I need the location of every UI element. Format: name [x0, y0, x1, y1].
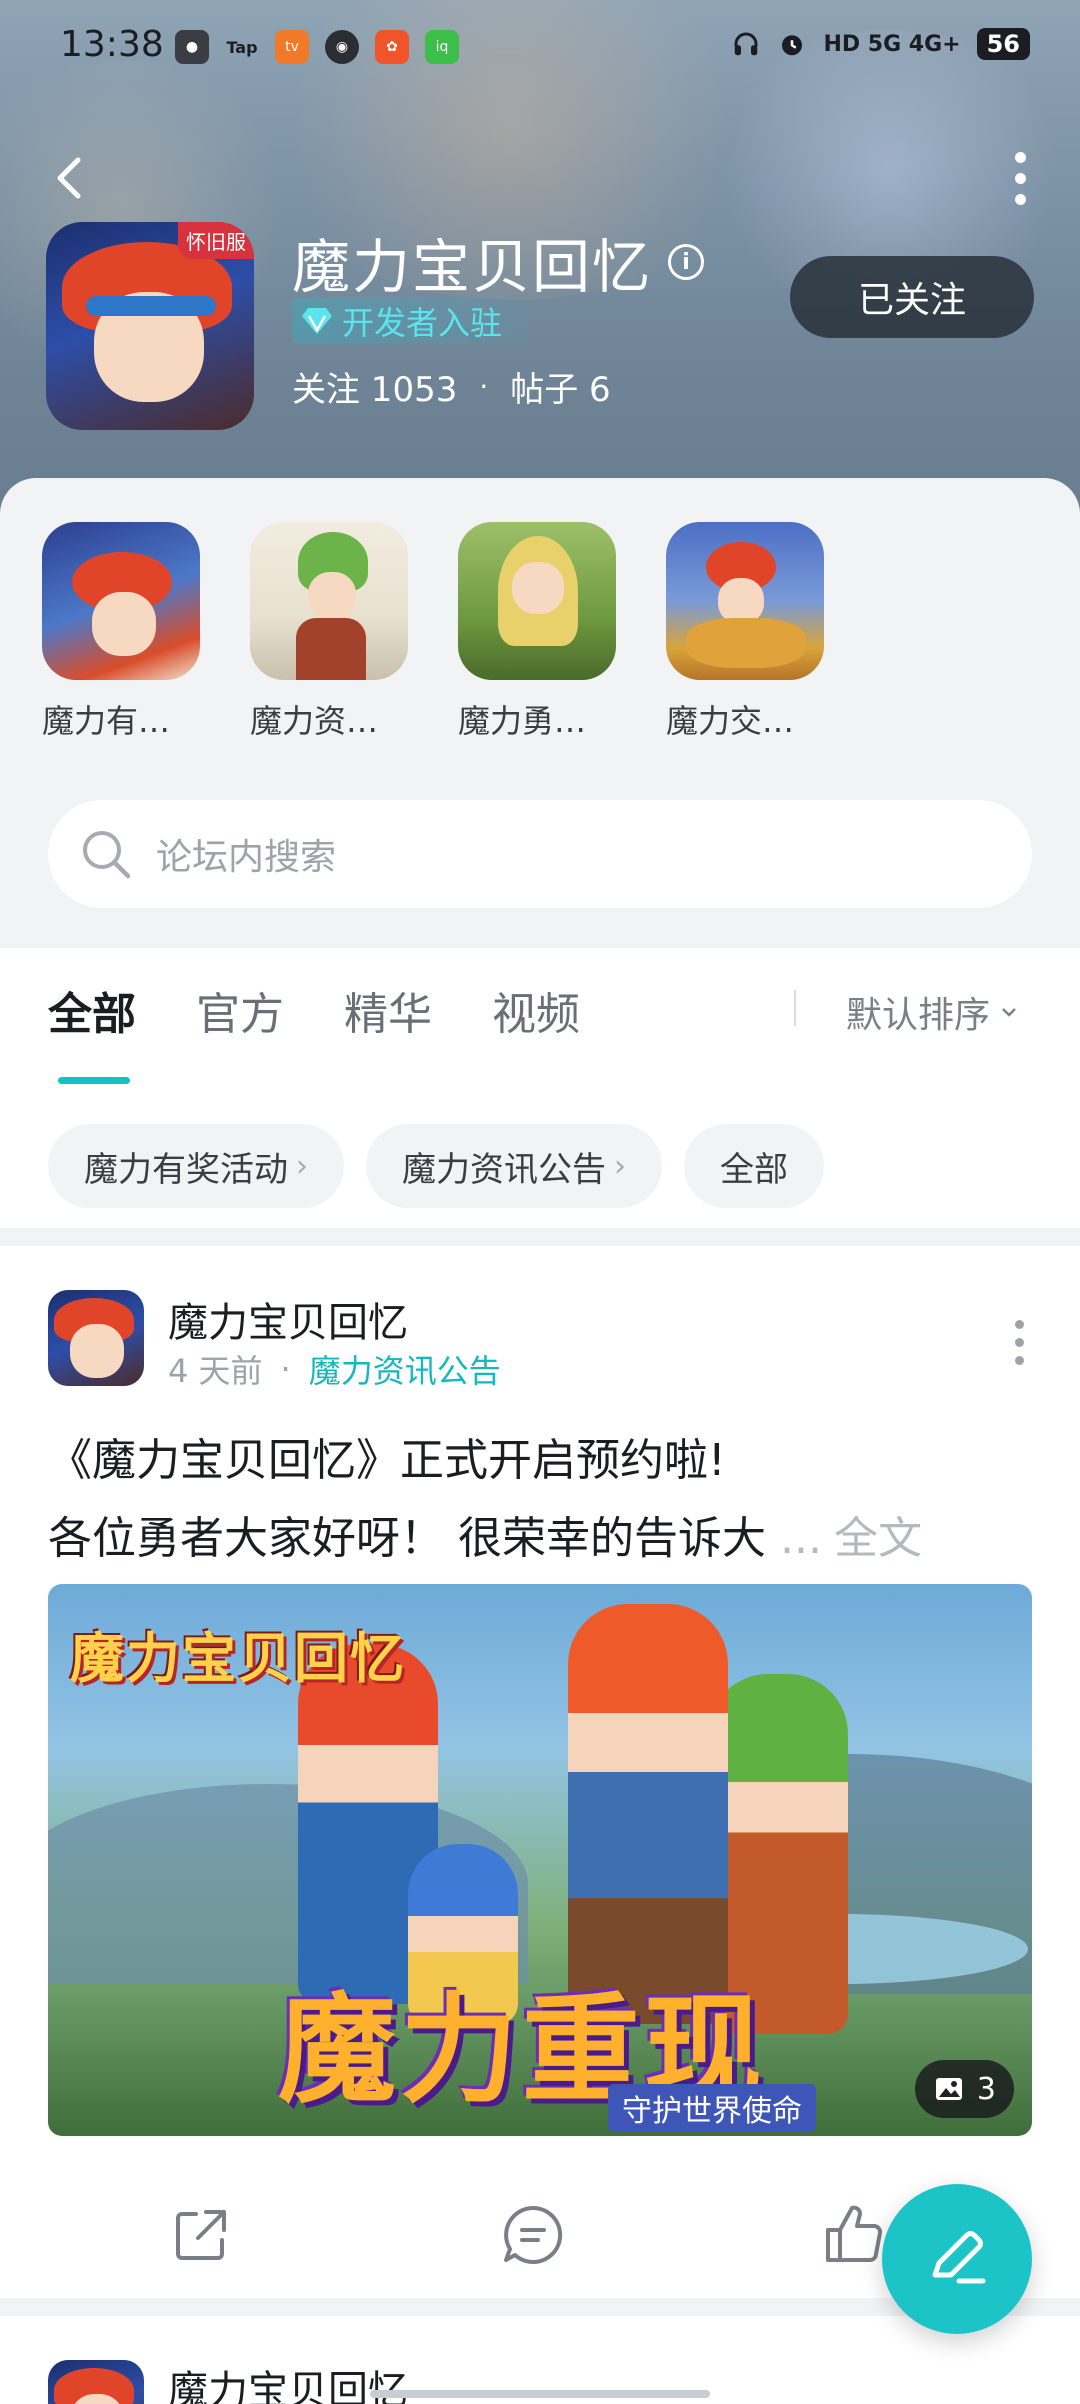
- red-app-icon: ✿: [375, 30, 409, 64]
- post-more-icon[interactable]: [1015, 1320, 1024, 1365]
- post-category[interactable]: 魔力资讯公告: [309, 1346, 501, 1392]
- pen-icon: [932, 2231, 986, 2284]
- share-icon[interactable]: [166, 2200, 236, 2270]
- chevron-right-icon: ›: [614, 1148, 626, 1184]
- compass-icon: ◉: [325, 30, 359, 64]
- chip-label: 全部: [720, 1149, 788, 1190]
- developer-badge-label: 开发者入驻: [342, 304, 503, 342]
- search-icon: [83, 831, 131, 879]
- wechat-icon: ●: [175, 30, 209, 64]
- forum-title-row: 魔力宝贝回忆 i: [292, 220, 705, 304]
- more-menu-icon[interactable]: [1000, 148, 1040, 208]
- image-count-badge: 3: [914, 2060, 1014, 2118]
- status-bar: 13:38 ● Tap tv ◉ ✿ iq HD 5G 4G+ 56: [0, 0, 1080, 96]
- post-time: 4 天前: [168, 1352, 263, 1390]
- status-indicators: HD 5G 4G+ 56: [731, 28, 1030, 60]
- sort-dropdown[interactable]: 默认排序: [846, 986, 1020, 1038]
- forum-title: 魔力宝贝回忆: [292, 233, 653, 301]
- post-count: 帖子 6: [510, 370, 611, 410]
- diamond-icon: [302, 308, 332, 334]
- chip-label: 魔力资讯公告: [402, 1149, 606, 1190]
- filter-area: 全部 官方 精华 视频 默认排序 魔力有奖活动 › 魔力资讯公告 › 全部: [0, 948, 1080, 1228]
- related-forum-icon: [42, 522, 200, 680]
- tab-official[interactable]: 官方: [196, 978, 284, 1042]
- post-author[interactable]: 魔力宝贝回忆: [168, 1290, 408, 1348]
- image-icon: [935, 2078, 962, 2100]
- tab-all[interactable]: 全部: [48, 978, 136, 1084]
- network-indicators: HD 5G 4G+: [823, 31, 961, 57]
- chip-label: 魔力有奖活动: [84, 1149, 288, 1190]
- category-chips: 魔力有奖活动 › 魔力资讯公告 › 全部: [48, 1124, 824, 1208]
- forum-page: 13:38 ● Tap tv ◉ ✿ iq HD 5G 4G+ 56 怀旧服 魔…: [0, 0, 1080, 2404]
- tab-divider: [794, 990, 796, 1026]
- image-count: 3: [976, 2071, 996, 2107]
- developer-badge[interactable]: 开发者入驻: [292, 298, 529, 344]
- info-icon[interactable]: i: [668, 244, 705, 280]
- home-indicator[interactable]: [370, 2390, 710, 2398]
- full-text-link[interactable]: 全文: [834, 1513, 922, 1564]
- chevron-right-icon: ›: [296, 1148, 308, 1184]
- tab-featured[interactable]: 精华: [344, 978, 432, 1042]
- post-excerpt[interactable]: 各位勇者大家好呀！ 很荣幸的告诉大... 全文: [48, 1502, 922, 1566]
- compose-post-button[interactable]: [882, 2184, 1032, 2334]
- post-image[interactable]: 魔力宝贝回忆 魔力重现 守护世界使命 3: [48, 1584, 1032, 2136]
- related-forum-item[interactable]: 魔力勇…: [458, 522, 616, 742]
- related-forums: 魔力有… 魔力资… 魔力勇… 魔力交…: [42, 522, 824, 742]
- related-forum-item[interactable]: 魔力资…: [250, 522, 408, 742]
- battery-level: 56: [976, 28, 1030, 60]
- chevron-down-icon: [1002, 1008, 1016, 1017]
- excerpt-text: 各位勇者大家好呀！ 很荣幸的告诉大: [48, 1513, 766, 1564]
- tab-video[interactable]: 视频: [492, 978, 580, 1042]
- related-forum-label: 魔力资…: [250, 702, 379, 740]
- game-icon-badge: 怀旧服: [178, 222, 254, 259]
- forum-header: 13:38 ● Tap tv ◉ ✿ iq HD 5G 4G+ 56 怀旧服 魔…: [0, 0, 1080, 520]
- tap-icon: Tap: [226, 37, 258, 57]
- like-icon[interactable]: [818, 2200, 888, 2270]
- back-arrow-icon[interactable]: [40, 148, 100, 208]
- related-forum-icon: [250, 522, 408, 680]
- status-time: 13:38: [60, 24, 164, 65]
- stats-separator: ·: [479, 370, 489, 403]
- post-meta: 4 天前 · 魔力资讯公告: [168, 1346, 501, 1392]
- status-app-icons: ● Tap tv ◉ ✿ iq: [175, 30, 459, 64]
- related-forum-label: 魔力有…: [42, 702, 171, 740]
- search-placeholder: 论坛内搜索: [156, 837, 337, 878]
- chip-all[interactable]: 全部: [684, 1124, 824, 1208]
- banner-subtitle: 守护世界使命: [608, 2084, 816, 2132]
- related-forum-icon: [458, 522, 616, 680]
- alarm-icon: [782, 35, 803, 56]
- related-forum-item[interactable]: 魔力有…: [42, 522, 200, 742]
- related-forum-label: 魔力交…: [666, 702, 795, 740]
- game-icon: 怀旧服: [46, 222, 254, 430]
- forum-stats: 关注 1053 · 帖子 6: [292, 362, 611, 411]
- bilibili-icon: tv: [275, 30, 309, 64]
- forum-search-input[interactable]: 论坛内搜索: [48, 800, 1032, 908]
- chip-news[interactable]: 魔力资讯公告 ›: [366, 1124, 662, 1208]
- post-title[interactable]: 《魔力宝贝回忆》正式开启预约啦!: [48, 1424, 726, 1488]
- tab-bar: 全部 官方 精华 视频: [48, 978, 580, 1084]
- avatar[interactable]: [48, 1290, 144, 1386]
- followed-button[interactable]: 已关注: [790, 256, 1034, 338]
- banner-logo: 魔力宝贝回忆: [70, 1627, 406, 1690]
- avatar[interactable]: [48, 2360, 144, 2404]
- iqiyi-icon: iq: [425, 30, 459, 64]
- headphones-icon: [734, 32, 758, 56]
- comment-icon[interactable]: [498, 2200, 568, 2270]
- follow-count: 关注 1053: [292, 370, 458, 410]
- excerpt-ellipsis: ...: [780, 1513, 822, 1564]
- related-forum-item[interactable]: 魔力交…: [666, 522, 824, 742]
- sort-label: 默认排序: [846, 995, 991, 1036]
- related-forum-label: 魔力勇…: [458, 702, 587, 740]
- post-card[interactable]: 魔力宝贝回忆 4 天前 · 魔力资讯公告 《魔力宝贝回忆》正式开启预约啦! 各位…: [0, 1246, 1080, 2298]
- related-forum-icon: [666, 522, 824, 680]
- meta-separator: ·: [280, 1350, 291, 1388]
- chip-rewards[interactable]: 魔力有奖活动 ›: [48, 1124, 344, 1208]
